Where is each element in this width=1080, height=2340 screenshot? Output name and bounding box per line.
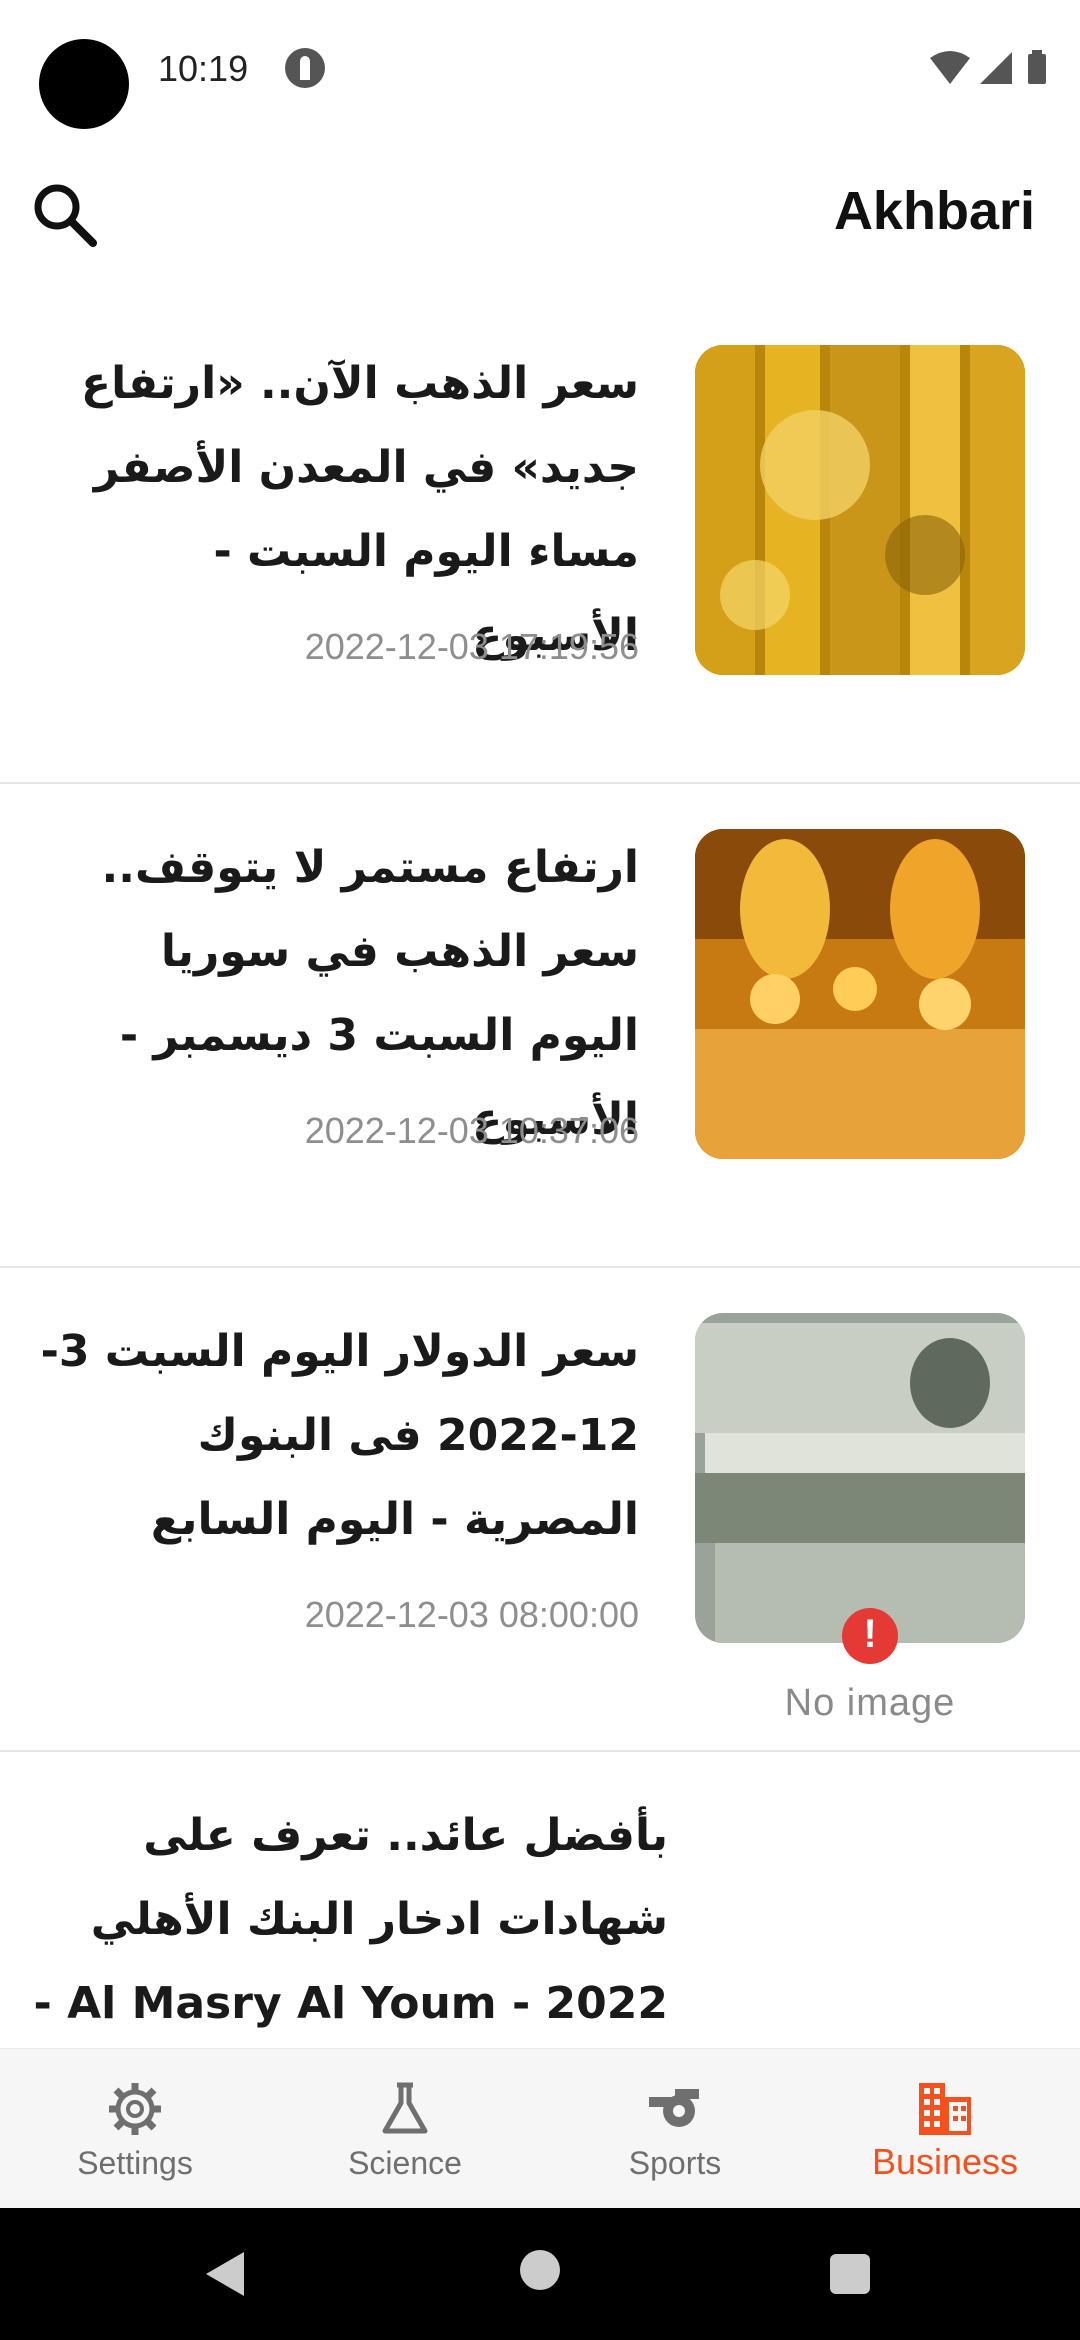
recents-icon[interactable] (830, 2254, 870, 2294)
news-thumbnail-dollar-bills (695, 1313, 1025, 1643)
news-item[interactable]: بأفضل عائد.. تعرف على شهادات ادخار البنك… (0, 1752, 1080, 2048)
nav-item-settings[interactable]: Settings (0, 2049, 270, 2209)
news-title: بأفضل عائد.. تعرف على شهادات ادخار البنك… (33, 1810, 668, 2029)
building-icon (919, 2083, 971, 2135)
system-status-icons (930, 50, 1046, 84)
news-thumbnail-gold-shop (695, 829, 1025, 1159)
nav-label-settings: Settings (77, 2145, 193, 2181)
nav-label-business: Business (871, 2141, 1019, 2182)
app-title: Akhbari (833, 181, 1035, 241)
flask-icon (382, 2082, 428, 2134)
status-bar: 10:19 (0, 0, 1080, 140)
search-button[interactable] (25, 175, 105, 255)
nav-item-sports[interactable]: Sports (540, 2049, 810, 2209)
nav-label-science: Science (348, 2145, 462, 2181)
no-image-placeholder: No image (720, 1608, 1020, 1758)
news-date: 2022-12-03 08:00:00 (304, 1594, 639, 1635)
news-list[interactable]: سعر الذهب الآن.. «ارتفاع جديد» في المعدن… (0, 300, 1080, 2048)
nav-item-science[interactable]: Science (270, 2049, 540, 2209)
news-date: 2022-12-03 10:37:06 (304, 1110, 639, 1151)
nav-item-business[interactable]: Business (810, 2049, 1080, 2209)
nav-label-sports: Sports (628, 2145, 722, 2181)
news-title: سعر الدولار اليوم السبت 3-12-2022 فى الب… (40, 1326, 639, 1545)
back-icon[interactable] (200, 2248, 250, 2300)
camera-cutout (39, 39, 129, 129)
app-screen: 10:19 Akhbari سعر الذهب الآن.. «ارتفاع ج… (0, 0, 1080, 2340)
system-navigation-bar (0, 2208, 1080, 2340)
notification-app-icon (285, 48, 325, 88)
news-item[interactable]: سعر الذهب الآن.. «ارتفاع جديد» في المعدن… (0, 300, 1080, 784)
gear-icon (109, 2083, 161, 2135)
news-thumbnail-gold-jewelry (695, 345, 1025, 675)
bottom-navigation: Settings Science Sports Business (0, 2048, 1080, 2208)
news-date: 2022-12-03 17:19:56 (304, 626, 639, 667)
whistle-icon (649, 2089, 699, 2127)
signal-icon (980, 52, 1012, 84)
search-icon (34, 184, 97, 247)
error-icon (842, 1608, 898, 1664)
battery-icon (1028, 50, 1046, 84)
app-bar: Akhbari (0, 150, 1080, 280)
news-item[interactable]: ارتفاع مستمر لا يتوقف.. سعر الذهب في سور… (0, 784, 1080, 1268)
wifi-icon (930, 51, 970, 84)
no-image-label: No image (784, 1682, 956, 1724)
home-icon[interactable] (520, 2250, 560, 2290)
status-time: 10:19 (158, 48, 249, 89)
